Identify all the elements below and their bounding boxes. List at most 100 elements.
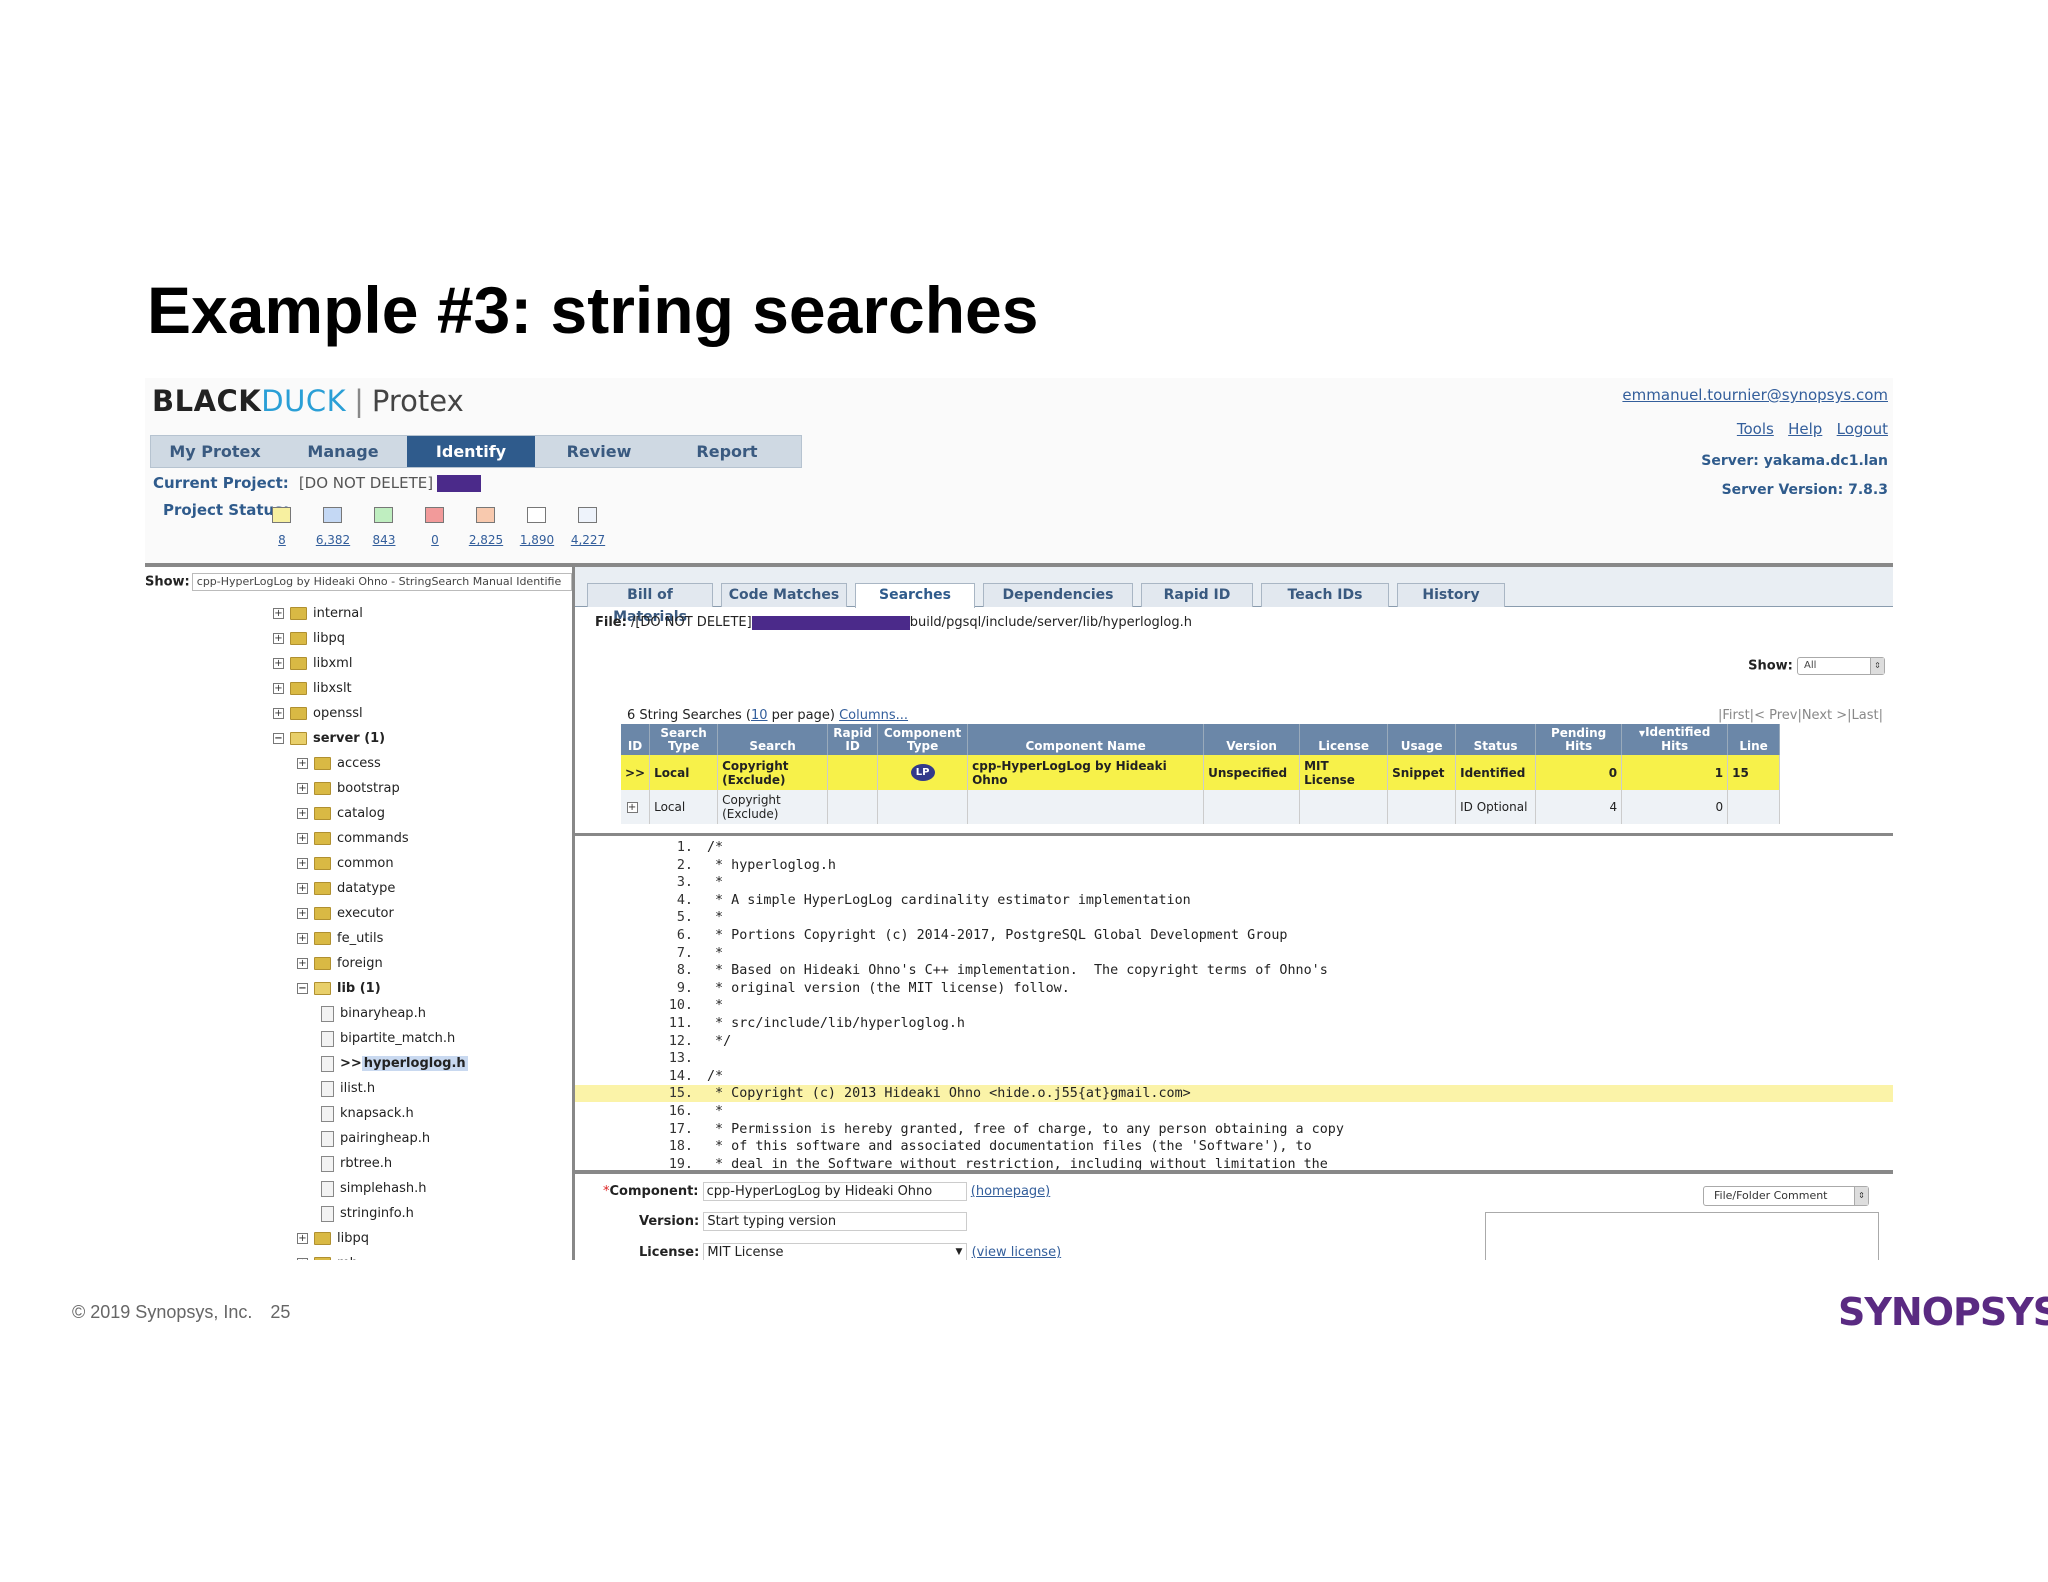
tree-file[interactable]: knapsack.h — [321, 1104, 414, 1124]
tools-link[interactable]: Tools — [1737, 420, 1774, 438]
expand-icon[interactable]: + — [273, 658, 284, 669]
expand-icon[interactable]: + — [297, 1233, 308, 1244]
tree-folder[interactable]: + libpq — [297, 1229, 369, 1249]
status-count-link[interactable]: 1,890 — [517, 533, 557, 547]
comment-select[interactable]: File/Folder Comment ⇕ — [1703, 1186, 1869, 1206]
tab-bill-of-materials[interactable]: Bill of Materials — [587, 583, 713, 625]
tree-file[interactable]: bipartite_match.h — [321, 1029, 455, 1049]
view-license-link[interactable]: (view license) — [972, 1245, 1062, 1260]
tab-code-matches[interactable]: Code Matches — [721, 583, 847, 607]
tree-show-select[interactable]: cpp-HyperLogLog by Hideaki Ohno - String… — [191, 573, 572, 591]
col-line[interactable]: Line — [1727, 724, 1781, 755]
status-count-link[interactable]: 6,382 — [313, 533, 353, 547]
table-row[interactable]: >> Local Copyright (Exclude) LP cpp-Hype… — [621, 755, 1781, 790]
pager-first[interactable]: |First| — [1718, 708, 1754, 723]
tree-folder[interactable]: + catalog — [297, 804, 385, 824]
tree-folder[interactable]: + libxml — [273, 654, 352, 674]
nav-review[interactable]: Review — [535, 436, 663, 467]
status-count-link[interactable]: 2,825 — [466, 533, 506, 547]
expand-icon[interactable]: + — [297, 1258, 308, 1260]
col-license[interactable]: License — [1299, 724, 1389, 755]
pager-next[interactable]: |Next > — [1797, 708, 1847, 723]
pager-prev[interactable]: < Prev — [1754, 708, 1797, 723]
tree-folder[interactable]: − server (1) — [273, 729, 385, 749]
expand-icon[interactable]: + — [297, 858, 308, 869]
col-component-type[interactable]: Component Type — [877, 724, 969, 755]
expand-icon[interactable]: + — [626, 802, 638, 813]
tree-folder[interactable]: + common — [297, 854, 394, 874]
tree-file[interactable]: simplehash.h — [321, 1179, 427, 1199]
tree-folder[interactable]: + bootstrap — [297, 779, 400, 799]
col-id[interactable]: ID — [621, 724, 651, 755]
tab-searches[interactable]: Searches — [855, 583, 975, 608]
pager-last[interactable]: |Last| — [1847, 708, 1883, 723]
expand-icon[interactable]: + — [297, 833, 308, 844]
tree-folder[interactable]: + internal — [273, 604, 363, 624]
user-email[interactable]: emmanuel.tournier@synopsys.com — [1622, 386, 1888, 404]
comment-textarea[interactable] — [1485, 1212, 1879, 1260]
tree-file[interactable]: rbtree.h — [321, 1154, 392, 1174]
current-project-name[interactable]: [DO NOT DELETE] — [299, 474, 433, 492]
nav-report[interactable]: Report — [663, 436, 791, 467]
expand-icon[interactable]: + — [297, 758, 308, 769]
license-select[interactable]: MIT License ▼ — [703, 1243, 968, 1260]
col-search[interactable]: Search — [717, 724, 829, 755]
expand-icon[interactable]: + — [297, 908, 308, 919]
tree-folder[interactable]: + commands — [297, 829, 409, 849]
tree-folder[interactable]: + fe_utils — [297, 929, 383, 949]
expand-icon[interactable]: + — [273, 683, 284, 694]
col-identified-hits[interactable]: ▼Identified Hits — [1621, 724, 1729, 755]
tree-file[interactable]: pairingheap.h — [321, 1129, 430, 1149]
expand-icon[interactable]: + — [297, 808, 308, 819]
tab-teach-ids[interactable]: Teach IDs — [1261, 583, 1389, 607]
help-link[interactable]: Help — [1788, 420, 1822, 438]
col-version[interactable]: Version — [1203, 724, 1301, 755]
nav-manage[interactable]: Manage — [279, 436, 407, 467]
col-component-name[interactable]: Component Name — [967, 724, 1205, 755]
status-count-link[interactable]: 843 — [364, 533, 404, 547]
homepage-link[interactable]: (homepage) — [971, 1184, 1050, 1199]
expand-icon[interactable]: + — [297, 958, 308, 969]
tab-rapid-id[interactable]: Rapid ID — [1141, 583, 1253, 607]
tree-file[interactable]: ilist.h — [321, 1079, 375, 1099]
col-usage[interactable]: Usage — [1387, 724, 1457, 755]
tree-folder[interactable]: − lib (1) — [297, 979, 381, 999]
expand-icon[interactable]: + — [297, 783, 308, 794]
status-count-link[interactable]: 4,227 — [568, 533, 608, 547]
logout-link[interactable]: Logout — [1837, 420, 1888, 438]
tree-folder[interactable]: + access — [297, 754, 381, 774]
table-row[interactable]: + Local Copyright (Exclude) ID Optional … — [621, 790, 1781, 824]
expand-icon[interactable]: + — [273, 633, 284, 644]
col-pending-hits[interactable]: Pending Hits — [1535, 724, 1623, 755]
tree-folder[interactable]: + libpq — [273, 629, 345, 649]
col-status[interactable]: Status — [1455, 724, 1537, 755]
version-input[interactable]: Start typing version — [703, 1212, 968, 1231]
nav-my-protex[interactable]: My Protex — [151, 436, 279, 467]
expand-icon[interactable]: + — [273, 708, 284, 719]
tree-file[interactable]: stringinfo.h — [321, 1204, 414, 1224]
columns-link[interactable]: Columns... — [839, 708, 908, 723]
nav-identify[interactable]: Identify — [407, 436, 535, 467]
expand-icon[interactable]: + — [273, 608, 284, 619]
tree-file[interactable]: binaryheap.h — [321, 1004, 426, 1024]
per-page-link[interactable]: 10 — [751, 708, 768, 723]
col-rapid-id[interactable]: Rapid ID — [827, 724, 879, 755]
component-input[interactable]: cpp-HyperLogLog by Hideaki Ohno — [702, 1182, 967, 1201]
expand-icon[interactable]: + — [297, 933, 308, 944]
tree-folder[interactable]: + mb — [297, 1254, 358, 1260]
collapse-icon[interactable]: − — [297, 983, 308, 994]
tab-history[interactable]: History — [1397, 583, 1505, 607]
tree-folder[interactable]: + executor — [297, 904, 394, 924]
tree-folder[interactable]: + libxslt — [273, 679, 352, 699]
tree-folder[interactable]: + datatype — [297, 879, 395, 899]
expand-icon[interactable]: + — [297, 883, 308, 894]
status-count-link[interactable]: 0 — [415, 533, 455, 547]
tab-dependencies[interactable]: Dependencies — [983, 583, 1133, 607]
tree-file[interactable]: >> hyperloglog.h — [321, 1054, 468, 1074]
status-count-link[interactable]: 8 — [262, 533, 302, 547]
col-search-type[interactable]: Search Type — [649, 724, 719, 755]
show-select[interactable]: All ⇕ — [1797, 657, 1885, 675]
tree-folder[interactable]: + openssl — [273, 704, 363, 724]
collapse-icon[interactable]: − — [273, 733, 284, 744]
tree-folder[interactable]: + foreign — [297, 954, 383, 974]
